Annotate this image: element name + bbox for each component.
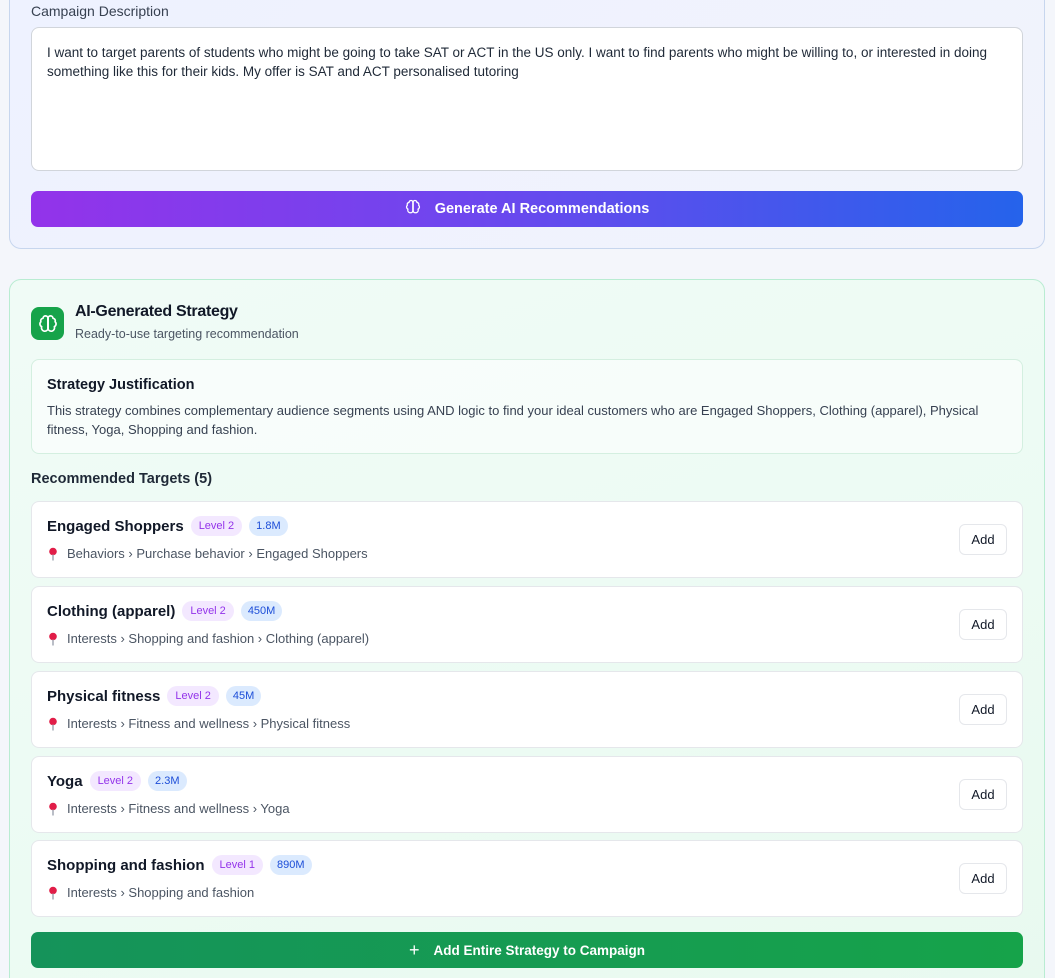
strategy-justification-box: Strategy Justification This strategy com… — [31, 359, 1023, 454]
level-badge: Level 2 — [190, 516, 243, 536]
level-badge: Level 2 — [89, 771, 142, 791]
target-card-clothing-apparel: Clothing (apparel) Level 2 450M Interest… — [31, 586, 1023, 663]
audience-size-badge: 890M — [269, 855, 312, 875]
add-entire-strategy-label: Add Entire Strategy to Campaign — [433, 942, 646, 958]
target-name: Engaged Shoppers — [47, 517, 184, 535]
target-path: Interests › Shopping and fashion — [67, 885, 255, 900]
add-target-button[interactable]: Add — [959, 609, 1007, 640]
level-badge: Level 2 — [167, 686, 219, 706]
audience-size-badge: 1.8M — [249, 516, 288, 536]
add-target-button[interactable]: Add — [959, 779, 1007, 810]
target-card-yoga: Yoga Level 2 2.3M Interests › Fitness an… — [31, 756, 1023, 833]
audience-size-badge: 450M — [240, 601, 283, 621]
recommended-targets-title: Recommended Targets (5) — [31, 471, 213, 487]
pin-icon — [47, 802, 59, 816]
target-card-engaged-shoppers: Engaged Shoppers Level 2 1.8M Behaviors … — [31, 501, 1023, 578]
brain-icon — [405, 199, 421, 219]
generate-button-label: Generate AI Recommendations — [434, 201, 650, 217]
level-badge: Level 2 — [182, 601, 234, 621]
justification-title: Strategy Justification — [47, 377, 195, 393]
target-name: Clothing (apparel) — [47, 602, 176, 620]
target-name: Shopping and fashion — [47, 856, 205, 874]
add-entire-strategy-button[interactable]: + Add Entire Strategy to Campaign — [31, 932, 1023, 968]
target-card-physical-fitness: Physical fitness Level 2 45M Interests ›… — [31, 671, 1023, 748]
justification-text: This strategy combines complementary aud… — [47, 403, 979, 437]
target-name: Physical fitness — [47, 687, 161, 705]
campaign-description-textarea[interactable]: I want to target parents of students who… — [31, 27, 1023, 171]
strategy-subtitle: Ready-to-use targeting recommendation — [75, 327, 299, 341]
level-badge: Level 1 — [211, 855, 263, 875]
target-path: Behaviors › Purchase behavior › Engaged … — [67, 546, 368, 561]
generate-ai-recommendations-button[interactable]: Generate AI Recommendations — [31, 191, 1023, 227]
pin-icon — [47, 886, 59, 900]
target-path: Interests › Fitness and wellness › Physi… — [67, 716, 351, 731]
audience-size-badge: 2.3M — [148, 771, 187, 791]
add-target-button[interactable]: Add — [959, 524, 1007, 555]
pin-icon — [47, 547, 59, 561]
brain-icon — [31, 307, 64, 340]
pin-icon — [47, 632, 59, 646]
campaign-description-label: Campaign Description — [31, 3, 169, 19]
add-target-button[interactable]: Add — [959, 863, 1007, 894]
target-path: Interests › Shopping and fashion › Cloth… — [67, 631, 370, 646]
target-card-shopping-and-fashion: Shopping and fashion Level 1 890M Intere… — [31, 840, 1023, 917]
add-target-button[interactable]: Add — [959, 694, 1007, 725]
plus-icon: + — [408, 940, 420, 960]
target-name: Yoga — [47, 772, 83, 790]
strategy-title: AI-Generated Strategy — [75, 303, 238, 320]
target-path: Interests › Fitness and wellness › Yoga — [67, 801, 290, 816]
audience-size-badge: 45M — [225, 686, 262, 706]
pin-icon — [47, 717, 59, 731]
